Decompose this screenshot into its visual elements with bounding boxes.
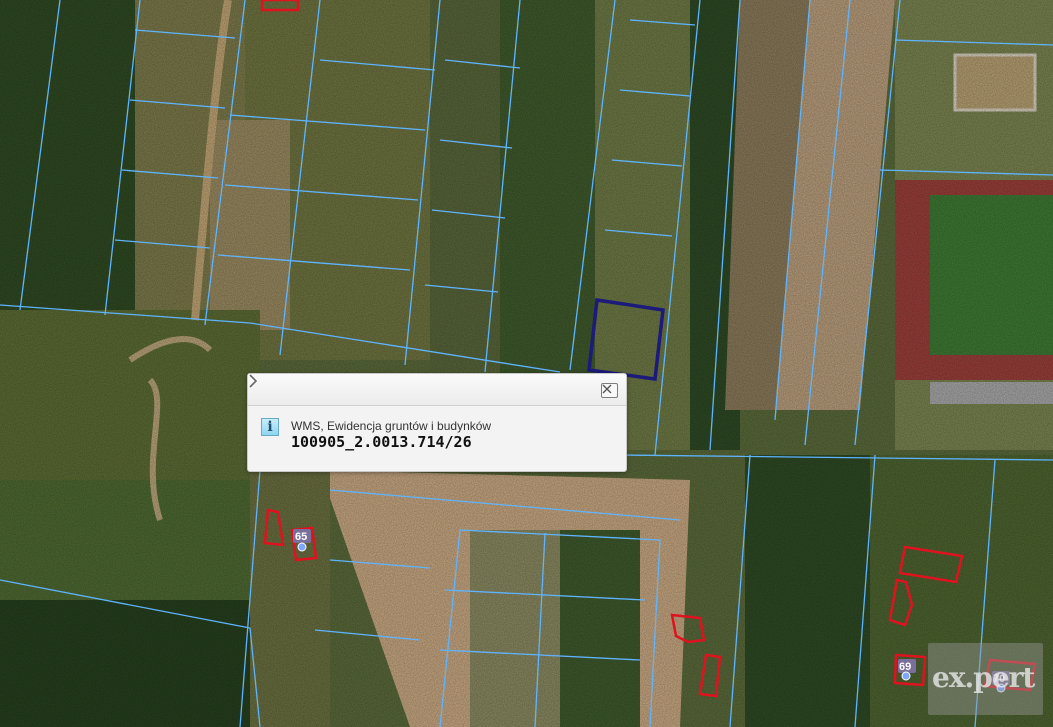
map-viewport[interactable]: 65 69 70 ex.pert i WMS, Ewidencja gruntó… [0,0,1053,727]
chevron-right-icon[interactable] [248,374,258,388]
orthophoto-layer [0,0,1053,727]
feature-info-popup: i WMS, Ewidencja gruntów i budynków 1009… [247,373,627,472]
close-icon [602,384,612,394]
map-canvas[interactable]: 65 69 70 [0,0,1053,727]
watermark: ex.pert [928,643,1043,715]
layer-source-label: WMS, Ewidencja gruntów i budynków [291,419,492,433]
watermark-text: ex.pert [932,661,1035,694]
svg-text:69: 69 [899,661,911,673]
close-button[interactable] [601,383,618,398]
svg-text:65: 65 [295,531,307,543]
info-icon: i [261,418,279,436]
popup-header [248,374,626,406]
parcel-id[interactable]: 100905_2.0013.714/26 [291,433,472,451]
